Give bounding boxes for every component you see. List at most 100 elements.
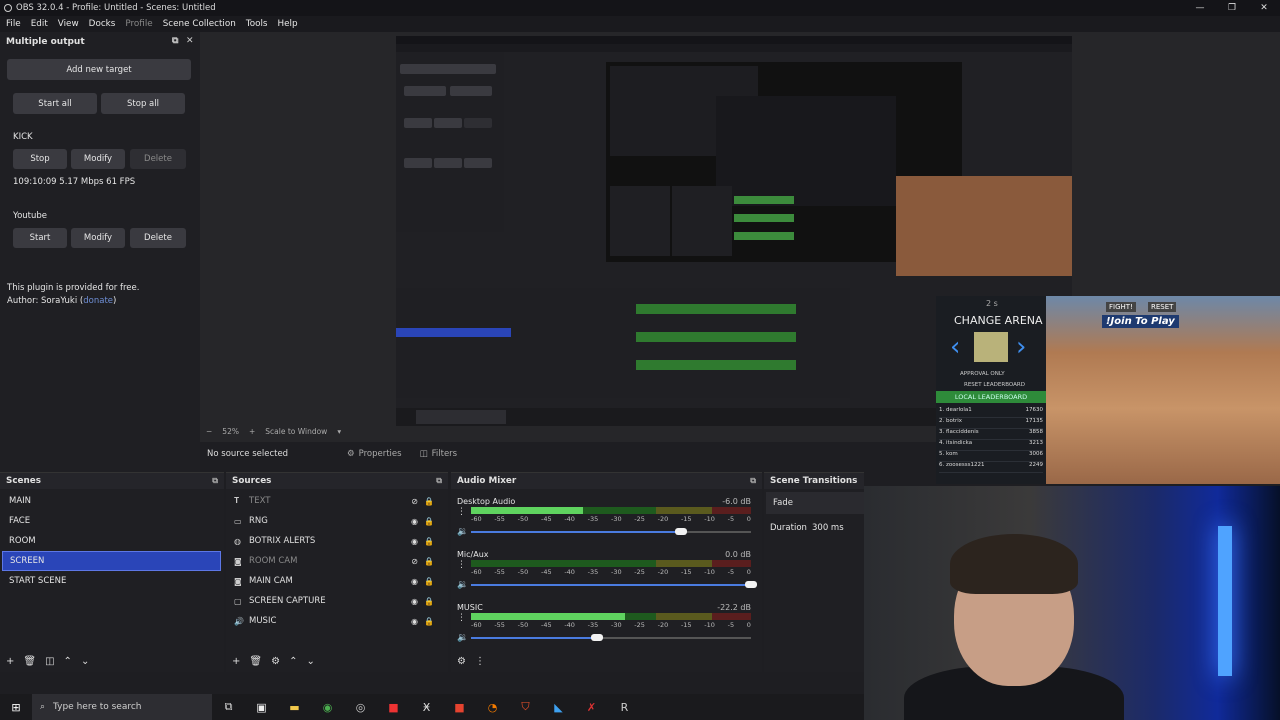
lock-icon[interactable]: 🔒 (424, 597, 434, 606)
source-item[interactable]: ◍ BOTRIX ALERTS ◉ 🔒 (226, 531, 448, 551)
menu-tools[interactable]: Tools (246, 19, 268, 29)
float-dock-icon[interactable]: ⧉ (436, 476, 442, 486)
move-up-icon[interactable]: ⌃ (289, 656, 297, 667)
speaker-icon[interactable]: 🔉 (457, 580, 468, 590)
channel-menu-icon[interactable]: ⋮ (457, 613, 466, 623)
app-icon-rl[interactable]: R (608, 701, 641, 714)
scene-item-face[interactable]: FACE (2, 511, 221, 531)
start-all-button[interactable]: Start all (13, 93, 97, 114)
donate-link[interactable]: donate (83, 296, 113, 306)
volume-slider[interactable] (471, 634, 751, 641)
float-dock-icon[interactable]: ⧉ (750, 476, 756, 486)
close-button[interactable]: ✕ (1248, 0, 1280, 16)
scale-tick: -35 (587, 621, 599, 629)
kick-delete-button[interactable]: Delete (130, 149, 186, 169)
menu-help[interactable]: Help (278, 19, 298, 29)
lock-icon[interactable]: 🔒 (424, 617, 434, 626)
advanced-audio-icon[interactable]: ⚙ (457, 656, 466, 667)
speaker-icon[interactable]: 🔉 (457, 633, 468, 643)
channel-menu-icon[interactable]: ⋮ (457, 560, 466, 570)
source-item[interactable]: 𝐓 TEXT ⊘ 🔒 (226, 491, 448, 511)
add-scene-icon[interactable]: + (6, 656, 14, 667)
app-icon-x2[interactable]: ✗ (575, 701, 608, 714)
source-settings-icon[interactable]: ⚙ (271, 656, 280, 667)
kick-stop-button[interactable]: Stop (13, 149, 67, 169)
lock-icon[interactable]: 🔒 (424, 537, 434, 546)
lock-icon[interactable]: 🔒 (424, 557, 434, 566)
volume-slider[interactable] (471, 581, 757, 588)
channel-menu-icon[interactable]: ⋮ (457, 507, 466, 517)
stop-all-button[interactable]: Stop all (101, 93, 185, 114)
zoom-in-icon[interactable]: + (249, 427, 255, 436)
add-source-icon[interactable]: + (232, 656, 240, 667)
scene-item-start-scene[interactable]: START SCENE (2, 571, 221, 591)
menu-edit[interactable]: Edit (31, 19, 48, 29)
menu-scene-collection[interactable]: Scene Collection (163, 19, 236, 29)
task-view-icon[interactable]: ⧉ (212, 700, 245, 714)
eye-icon[interactable]: ◉ (411, 617, 418, 626)
eye-hidden-icon[interactable]: ⊘ (411, 557, 418, 566)
app-icon-orange[interactable]: ■ (443, 701, 476, 714)
move-up-icon[interactable]: ⌃ (64, 656, 72, 667)
lock-icon[interactable]: 🔒 (424, 577, 434, 586)
menu-docks[interactable]: Docks (89, 19, 116, 29)
menu-file[interactable]: File (6, 19, 21, 29)
lock-icon[interactable]: 🔒 (424, 517, 434, 526)
source-item[interactable]: ▢ SCREEN CAPTURE ◉ 🔒 (226, 591, 448, 611)
scale-mode[interactable]: Scale to Window (265, 427, 327, 436)
eye-icon[interactable]: ◉ (411, 517, 418, 526)
app-icon-1[interactable]: ▣ (245, 701, 278, 714)
vscode-icon[interactable]: ◣ (542, 701, 575, 714)
scale-dropdown-icon[interactable]: ▾ (337, 427, 341, 436)
eye-icon[interactable]: ◉ (411, 537, 418, 546)
app-icon-x[interactable]: Ӿ (410, 701, 443, 714)
windows-start-icon[interactable]: ⊞ (0, 701, 32, 714)
float-dock-icon[interactable]: ⧉ (172, 36, 178, 46)
move-down-icon[interactable]: ⌄ (81, 656, 89, 667)
youtube-modify-button[interactable]: Modify (71, 228, 125, 248)
slider-knob[interactable] (675, 528, 687, 535)
zoom-out-icon[interactable]: − (206, 427, 212, 436)
eye-icon[interactable]: ◉ (411, 577, 418, 586)
close-dock-icon[interactable]: ✕ (186, 36, 194, 46)
blender-icon[interactable]: ◔ (476, 701, 509, 714)
float-dock-icon[interactable]: ⧉ (212, 476, 218, 486)
mixer-menu-icon[interactable]: ⋮ (475, 656, 485, 667)
slider-knob[interactable] (591, 634, 603, 641)
source-item[interactable]: ◙ ROOM CAM ⊘ 🔒 (226, 551, 448, 571)
kick-modify-button[interactable]: Modify (71, 149, 125, 169)
brave-icon[interactable]: ⛉ (509, 700, 542, 714)
taskbar-search[interactable]: ⌕ Type here to search (32, 694, 212, 720)
eye-icon[interactable]: ◉ (411, 597, 418, 606)
chrome-icon[interactable]: ◉ (311, 701, 344, 714)
remove-source-icon[interactable]: 🗑 (249, 656, 262, 667)
properties-button[interactable]: ⚙ Properties (347, 449, 402, 459)
obs-icon[interactable]: ◎ (344, 701, 377, 714)
slider-knob[interactable] (745, 581, 757, 588)
source-item[interactable]: 🔊 MUSIC ◉ 🔒 (226, 611, 448, 631)
scene-item-screen[interactable]: SCREEN (2, 551, 221, 571)
maximize-button[interactable]: ❐ (1216, 0, 1248, 16)
lock-icon[interactable]: 🔒 (424, 497, 434, 506)
add-new-target-button[interactable]: Add new target (7, 59, 191, 80)
file-explorer-icon[interactable]: ▬ (278, 701, 311, 714)
source-item[interactable]: ◙ MAIN CAM ◉ 🔒 (226, 571, 448, 591)
scene-filters-icon[interactable]: ◫ (45, 656, 54, 667)
youtube-delete-button[interactable]: Delete (130, 228, 186, 248)
menu-view[interactable]: View (58, 19, 79, 29)
minimize-button[interactable]: — (1184, 0, 1216, 16)
eye-hidden-icon[interactable]: ⊘ (411, 497, 418, 506)
youtube-start-button[interactable]: Start (13, 228, 67, 248)
app-icon-red[interactable]: ■ (377, 701, 410, 714)
transition-type-select[interactable]: Fade (766, 492, 864, 514)
duration-value[interactable]: 300 ms (812, 523, 844, 533)
speaker-icon[interactable]: 🔉 (457, 527, 468, 537)
remove-scene-icon[interactable]: 🗑 (23, 656, 36, 667)
scene-item-main[interactable]: MAIN (2, 491, 221, 511)
menu-profile[interactable]: Profile (125, 19, 152, 29)
move-down-icon[interactable]: ⌄ (306, 656, 314, 667)
filters-button[interactable]: ◫ Filters (420, 449, 458, 459)
volume-slider[interactable] (471, 528, 751, 535)
scene-item-room[interactable]: ROOM (2, 531, 221, 551)
source-item[interactable]: ▭ RNG ◉ 🔒 (226, 511, 448, 531)
